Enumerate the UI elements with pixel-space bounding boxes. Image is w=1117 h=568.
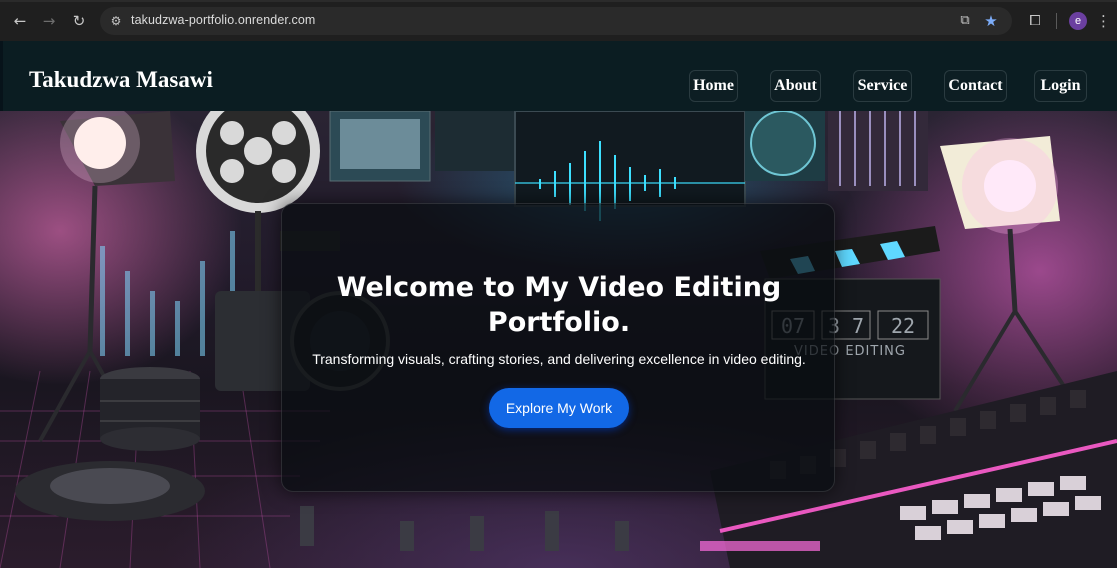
profile-avatar[interactable]: e bbox=[1069, 12, 1087, 30]
browser-toolbar: ← → ↻ ⚙ takudzwa-portfolio.onrender.com … bbox=[0, 0, 1117, 41]
hero-subtitle: Transforming visuals, crafting stories, … bbox=[312, 351, 806, 367]
nav-home[interactable]: Home bbox=[689, 70, 738, 102]
tab-strip-edge bbox=[0, 0, 1117, 2]
back-arrow-icon[interactable]: ← bbox=[9, 10, 31, 32]
hero-section: 07 3 7 22 VIDEO EDITING bbox=[0, 111, 1117, 568]
explore-my-work-button[interactable]: Explore My Work bbox=[489, 388, 629, 428]
more-menu-icon[interactable]: ⋮ bbox=[1096, 10, 1111, 32]
nav-about[interactable]: About bbox=[770, 70, 821, 102]
toolbar-divider bbox=[1056, 13, 1057, 29]
hero-title: Welcome to My Video Editing Portfolio. bbox=[282, 270, 836, 340]
brand-name[interactable]: Takudzwa Masawi bbox=[29, 67, 213, 93]
hero-card: Welcome to My Video Editing Portfolio. T… bbox=[281, 203, 835, 492]
address-bar[interactable]: ⚙ takudzwa-portfolio.onrender.com ⧉ ★ bbox=[100, 7, 1012, 35]
forward-arrow-icon[interactable]: → bbox=[38, 10, 60, 32]
site-info-icon[interactable]: ⚙ bbox=[108, 13, 124, 29]
right-spotlight bbox=[940, 136, 1082, 413]
hero-title-line-1: Welcome to My Video Editing bbox=[336, 272, 782, 303]
bookmark-star-icon[interactable]: ★ bbox=[982, 12, 1000, 30]
hero-title-line-2: Portfolio. bbox=[487, 307, 631, 338]
site-header: Takudzwa Masawi Home About Service Conta… bbox=[0, 41, 1117, 111]
film-cans bbox=[100, 367, 200, 451]
install-app-icon[interactable]: ⧉ bbox=[956, 12, 974, 30]
nav-service[interactable]: Service bbox=[853, 70, 912, 102]
nav-login[interactable]: Login bbox=[1034, 70, 1087, 102]
extensions-icon[interactable]: ⧠ bbox=[1024, 10, 1046, 32]
url-text[interactable]: takudzwa-portfolio.onrender.com bbox=[131, 13, 315, 27]
clapper-number-3: 22 bbox=[891, 314, 915, 338]
reload-icon[interactable]: ↻ bbox=[68, 10, 90, 32]
nav-contact[interactable]: Contact bbox=[944, 70, 1007, 102]
